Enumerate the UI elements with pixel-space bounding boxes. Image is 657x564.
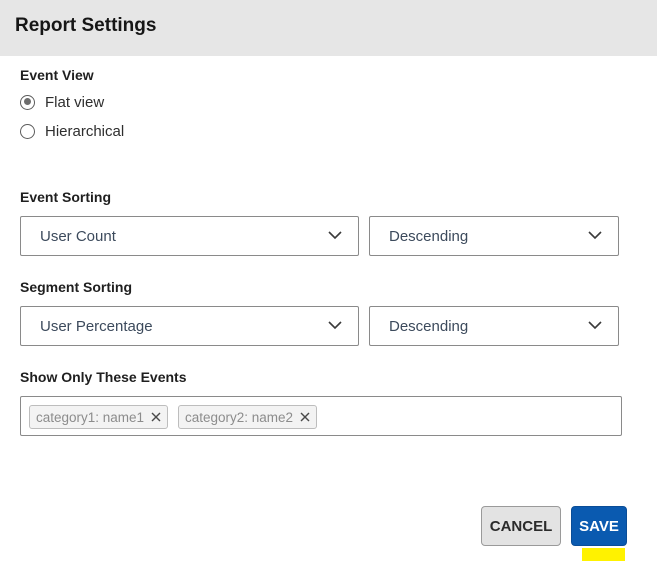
event-tag-label: category1: name1 [36, 409, 145, 425]
radio-flat-view-label: Flat view [45, 93, 105, 111]
close-icon[interactable] [151, 412, 161, 422]
close-icon[interactable] [300, 412, 310, 422]
cancel-button[interactable]: CANCEL [481, 506, 561, 546]
event-sorting-field-select[interactable]: User Count [20, 216, 359, 256]
focus-highlight [582, 548, 625, 561]
radio-flat-view[interactable]: Flat view [20, 92, 104, 112]
event-view-label: Event View [20, 67, 94, 83]
save-button[interactable]: SAVE [571, 506, 627, 546]
event-tag: category1: name1 [29, 405, 169, 429]
chevron-down-icon [328, 321, 342, 330]
events-tag-input[interactable]: category1: name1 category2: name2 [20, 396, 622, 436]
event-tag-label: category2: name2 [185, 409, 294, 425]
segment-sorting-field-value: User Percentage [40, 318, 153, 335]
radio-hierarchical[interactable]: Hierarchical [20, 121, 124, 141]
event-sorting-label: Event Sorting [20, 189, 112, 205]
segment-sorting-field-select[interactable]: User Percentage [20, 306, 359, 346]
dialog-header: Report Settings [0, 0, 657, 56]
radio-hierarchical-label: Hierarchical [45, 122, 125, 140]
chevron-down-icon [328, 231, 342, 240]
radio-unchecked-icon[interactable] [20, 123, 35, 139]
event-sorting-field-value: User Count [40, 228, 116, 245]
segment-sorting-label: Segment Sorting [20, 279, 133, 295]
chevron-down-icon [588, 321, 602, 330]
segment-sorting-order-value: Descending [389, 318, 469, 335]
event-sorting-order-value: Descending [389, 228, 469, 245]
dialog-title: Report Settings [15, 15, 157, 36]
segment-sorting-order-select[interactable]: Descending [369, 306, 619, 346]
radio-checked-icon[interactable] [20, 94, 35, 110]
chevron-down-icon [588, 231, 602, 240]
event-sorting-order-select[interactable]: Descending [369, 216, 619, 256]
show-only-events-label: Show Only These Events [20, 369, 187, 385]
event-tag: category2: name2 [178, 405, 318, 429]
